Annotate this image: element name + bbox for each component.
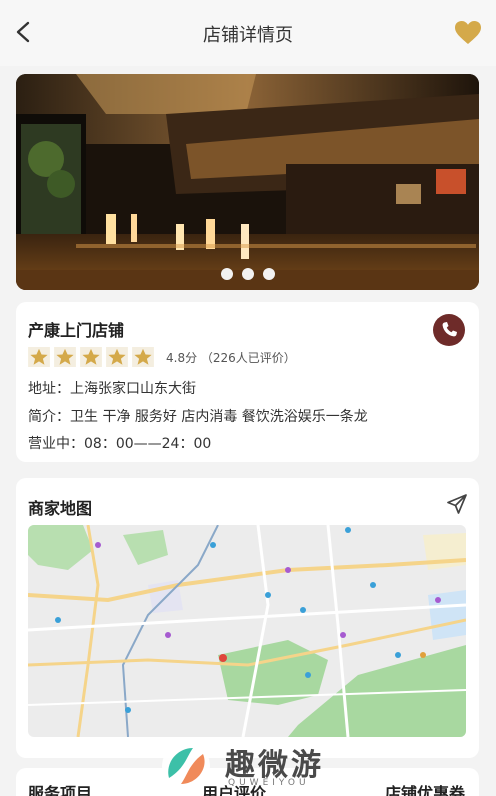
watermark: 趣微游 QUWEIYOU bbox=[150, 738, 350, 796]
carousel-dots bbox=[16, 268, 479, 280]
restaurant-interior-photo bbox=[16, 74, 479, 290]
merchant-map[interactable] bbox=[28, 525, 466, 737]
tab-shop-coupons[interactable]: 店铺优惠券 bbox=[385, 780, 465, 796]
page-title: 店铺详情页 bbox=[203, 25, 293, 46]
carousel-dot[interactable] bbox=[241, 268, 254, 280]
map-view bbox=[28, 525, 466, 737]
shop-name: 产康上门店铺 bbox=[28, 321, 125, 340]
nav-bar: 店铺详情页 bbox=[0, 0, 496, 66]
star-icon bbox=[106, 347, 128, 367]
navigation-send-icon bbox=[447, 494, 467, 514]
star-icon bbox=[132, 347, 154, 367]
merchant-map-card: 商家地图 bbox=[16, 478, 479, 758]
map-section-title: 商家地图 bbox=[28, 499, 93, 518]
phone-icon bbox=[442, 322, 457, 337]
shop-address: 地址：上海张家口山东大街 bbox=[28, 381, 196, 397]
carousel-dot[interactable] bbox=[220, 268, 233, 280]
watermark-subtext: QUWEIYOU bbox=[228, 778, 310, 788]
shop-hours: 营业中：08：00——24：00 bbox=[28, 436, 212, 452]
rating-stars bbox=[28, 347, 154, 367]
image-carousel[interactable] bbox=[16, 74, 479, 290]
navigate-button[interactable] bbox=[445, 492, 469, 516]
call-button[interactable] bbox=[433, 314, 465, 346]
shop-intro: 简介：卫生 干净 服务好 店内消毒 餐饮洗浴娱乐一条龙 bbox=[28, 409, 368, 425]
star-icon bbox=[54, 347, 76, 367]
heart-icon bbox=[455, 21, 481, 44]
watermark-logo bbox=[162, 742, 210, 790]
shop-info-card: 产康上门店铺 4.8分 （226人已评价） 地址：上海张家口山东大街 简介：卫生… bbox=[16, 302, 479, 462]
star-icon bbox=[80, 347, 102, 367]
tab-service-items[interactable]: 服务项目 bbox=[28, 780, 92, 796]
carousel-dot[interactable] bbox=[262, 268, 275, 280]
rating-row: 4.8分 （226人已评价） bbox=[28, 347, 296, 367]
star-icon bbox=[28, 347, 50, 367]
rating-score: 4.8分 （226人已评价） bbox=[166, 350, 296, 365]
favorite-button[interactable] bbox=[454, 20, 482, 46]
